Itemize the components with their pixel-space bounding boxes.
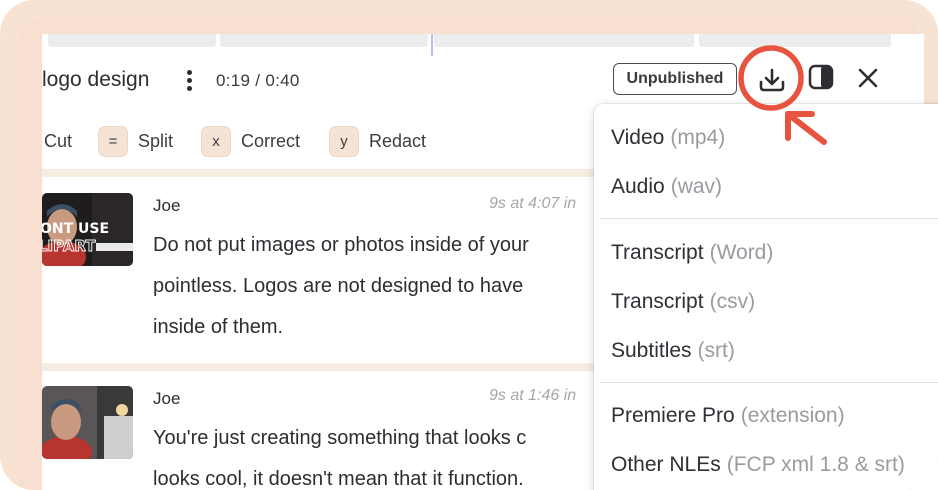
shortcut-redact-label[interactable]: Redact <box>369 131 426 152</box>
menu-separator <box>600 382 938 383</box>
menu-item-format: (wav) <box>670 175 723 198</box>
transcript-line[interactable]: Do not put images or photos inside of yo… <box>153 234 529 257</box>
playback-time: 0:19 / 0:40 <box>216 71 300 90</box>
timeline-segment[interactable] <box>48 34 216 47</box>
video-thumbnail[interactable]: ONT USE LIPART <box>42 193 133 266</box>
more-vertical-icon[interactable] <box>185 70 193 96</box>
export-audio[interactable]: Audio (wav) <box>611 175 722 199</box>
menu-item-label: Audio <box>611 175 665 198</box>
segment-timestamp[interactable]: 9s at 4:07 in <box>489 195 576 213</box>
export-transcript-csv[interactable]: Transcript (csv) <box>611 290 755 314</box>
segment-divider <box>42 363 642 371</box>
shortcut-redact-key: y <box>329 126 359 157</box>
export-subtitles[interactable]: Subtitles (srt) <box>611 339 735 363</box>
window-frame: logo design 0:19 / 0:40 Unpublished Cut … <box>0 0 938 490</box>
thumbnail-caption: LIPART <box>42 237 96 255</box>
menu-item-label: Other NLEs <box>611 453 721 476</box>
menu-item-label: Subtitles <box>611 339 692 362</box>
shortcut-split-label[interactable]: Split <box>138 131 173 152</box>
sidebar-toggle-icon[interactable] <box>808 64 834 90</box>
close-icon[interactable] <box>857 67 879 89</box>
playhead[interactable] <box>431 34 433 56</box>
shortcut-correct-key: x <box>201 126 231 157</box>
speaker-name[interactable]: Joe <box>153 196 180 216</box>
transcript-line[interactable]: pointless. Logos are not designed to hav… <box>153 275 523 298</box>
menu-item-format: (csv) <box>709 290 756 313</box>
menu-item-format: (FCP xml 1.8 & srt) <box>726 453 905 476</box>
download-icon[interactable] <box>753 64 791 98</box>
export-transcript-word[interactable]: Transcript (Word) <box>611 241 773 265</box>
menu-item-label: Transcript <box>611 241 704 264</box>
timeline-strip[interactable] <box>42 34 924 56</box>
menu-item-label: Transcript <box>611 290 704 313</box>
export-premiere-pro[interactable]: Premiere Pro (extension) <box>611 404 845 428</box>
export-video[interactable]: Video (mp4) <box>611 126 725 150</box>
menu-item-format: (Word) <box>709 241 774 264</box>
menu-item-label: Video <box>611 126 665 149</box>
thumbnail-caption: ONT USE <box>42 221 109 237</box>
publish-status-button[interactable]: Unpublished <box>613 63 737 95</box>
transcript-line[interactable]: You're just creating something that look… <box>153 427 526 450</box>
timeline-segment[interactable] <box>434 34 694 47</box>
transcript-line[interactable]: inside of them. <box>153 316 283 339</box>
menu-item-format: (extension) <box>740 404 845 427</box>
transcript-line[interactable]: looks cool, it doesn't mean that it func… <box>153 468 524 490</box>
timeline-segment[interactable] <box>699 34 891 47</box>
shortcut-correct-label[interactable]: Correct <box>241 131 300 152</box>
export-menu: Video (mp4) Audio (wav) Transcript (Word) T… <box>594 104 938 490</box>
export-other-nles[interactable]: Other NLEs (FCP xml 1.8 & srt) <box>611 453 905 477</box>
menu-item-label: Premiere Pro <box>611 404 735 427</box>
menu-separator <box>600 218 938 219</box>
segment-timestamp[interactable]: 9s at 1:46 in <box>489 387 576 405</box>
timeline-segment[interactable] <box>220 34 428 47</box>
document-title[interactable]: logo design <box>42 68 149 92</box>
menu-item-format: (srt) <box>697 339 735 362</box>
shortcut-cut-label[interactable]: Cut <box>44 131 72 152</box>
speaker-name[interactable]: Joe <box>153 389 180 409</box>
shortcut-split-key: = <box>98 126 128 157</box>
video-thumbnail[interactable] <box>42 386 133 459</box>
segment-divider <box>42 169 642 177</box>
menu-item-format: (mp4) <box>670 126 726 149</box>
